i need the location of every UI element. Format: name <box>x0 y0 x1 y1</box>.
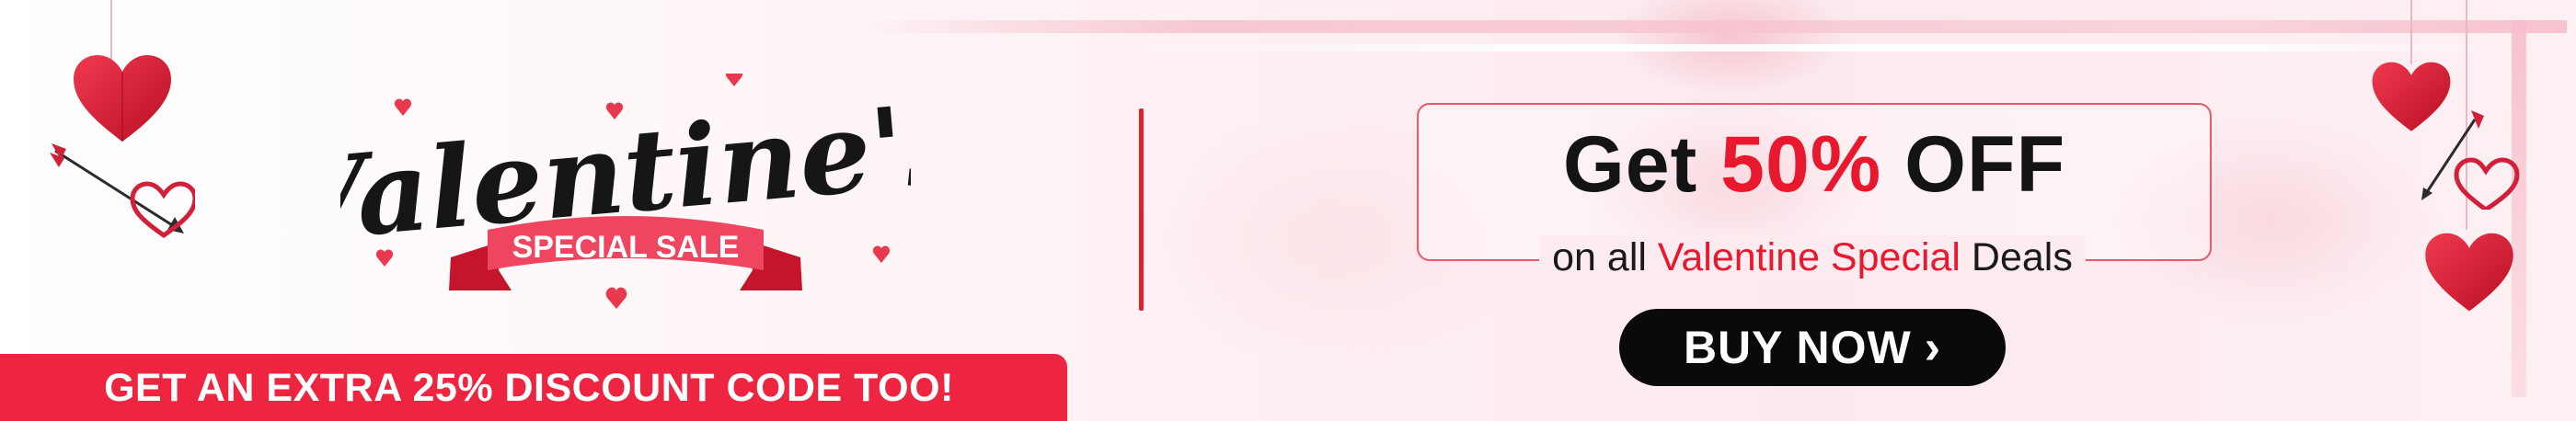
heart-arrow-icon <box>50 143 195 239</box>
valentines-logo: Valentine's SPECIAL SALE <box>340 74 911 309</box>
offer-headline: Get 50% OFF <box>1419 125 2210 204</box>
extra-discount-text: GET AN EXTRA 25% DISCOUNT CODE TOO! <box>104 366 954 410</box>
valentine-promo-banner[interactable]: Valentine's SPECIAL SALE Get 50% OFF on … <box>0 0 2576 421</box>
chevron-right-icon: › <box>1924 321 1942 374</box>
logo-ribbon-text: SPECIAL SALE <box>512 230 740 265</box>
headline-discount: 50% <box>1720 120 1882 209</box>
hanging-string <box>2410 0 2412 64</box>
decorative-frame-highlight <box>1122 44 2512 51</box>
buy-now-button[interactable]: BUY NOW › <box>1619 309 2006 386</box>
offer-subline: on all Valentine Special Deals <box>1446 233 2179 281</box>
heart-arrow-icon <box>2421 110 2520 210</box>
hanging-heart-icon <box>2425 233 2513 312</box>
extra-discount-bar: GET AN EXTRA 25% DISCOUNT CODE TOO! <box>0 354 1067 421</box>
headline-prefix: Get <box>1562 120 1721 209</box>
decorative-frame-top <box>856 20 2567 33</box>
headline-suffix: OFF <box>1881 120 2066 209</box>
vertical-divider <box>1139 108 1144 311</box>
hanging-heart-icon <box>74 55 171 142</box>
buy-now-label: BUY NOW <box>1683 322 1912 373</box>
subline-accent: Valentine Special <box>1657 235 1961 279</box>
subline-suffix: Deals <box>1960 235 2073 279</box>
subline-prefix: on all <box>1552 235 1658 279</box>
